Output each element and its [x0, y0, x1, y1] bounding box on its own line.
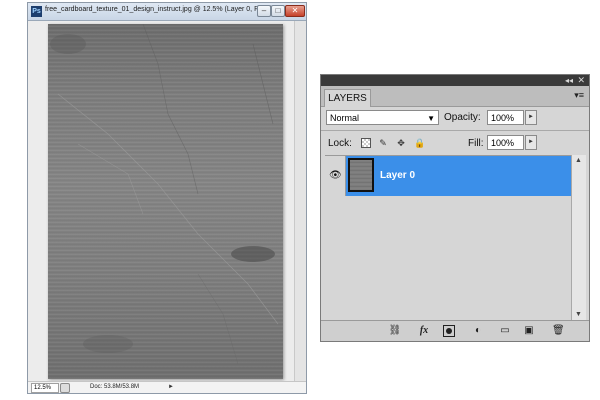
- lock-position-icon[interactable]: ✥: [396, 138, 406, 148]
- tab-layers[interactable]: LAYERS: [324, 89, 371, 107]
- opacity-input[interactable]: 100%: [487, 110, 524, 125]
- cardboard-texture-image: [48, 24, 283, 379]
- add-layer-mask-icon[interactable]: [443, 325, 455, 337]
- panel-menu-icon[interactable]: ▾≡: [574, 90, 584, 101]
- document-size: Doc: 53.8M/53.8M: [90, 384, 140, 390]
- blend-mode-select[interactable]: Normal ▼: [326, 110, 439, 125]
- layer-name[interactable]: Layer 0: [380, 170, 415, 181]
- layer-style-fx-icon[interactable]: fx: [416, 325, 432, 337]
- link-layers-icon[interactable]: ⛓: [387, 325, 403, 337]
- zoom-level-field[interactable]: 12.5%: [31, 383, 59, 393]
- new-group-folder-icon[interactable]: ▭: [498, 325, 512, 337]
- collapse-panel-icon[interactable]: ◂◂: [565, 75, 573, 86]
- layer-thumbnail[interactable]: [348, 158, 374, 192]
- new-layer-icon[interactable]: ▣: [523, 325, 535, 337]
- fill-label: Fill:: [468, 138, 484, 149]
- opacity-label: Opacity:: [444, 112, 481, 123]
- document-window: Ps free_cardboard_texture_01_design_inst…: [27, 2, 307, 394]
- maximize-button[interactable]: □: [271, 5, 285, 17]
- layer-row[interactable]: 👁 Layer 0: [325, 156, 571, 196]
- close-button[interactable]: ✕: [285, 5, 305, 17]
- lock-image-pixels-icon[interactable]: ✎: [378, 138, 388, 148]
- panel-topbar[interactable]: ◂◂ ✕: [321, 75, 589, 86]
- divider: [321, 130, 589, 131]
- status-menu-arrow-icon[interactable]: ►: [168, 383, 174, 391]
- document-title: free_cardboard_texture_01_design_instruc…: [45, 6, 283, 13]
- texture-crease-lines: [50, 24, 279, 365]
- panel-tab-strip: LAYERS ▾≡: [321, 86, 589, 107]
- layers-panel: ◂◂ ✕ LAYERS ▾≡ Normal ▼ Opacity: 100% ► …: [320, 74, 590, 342]
- panel-close-icon[interactable]: ✕: [577, 75, 585, 86]
- lock-transparent-pixels-icon[interactable]: [361, 138, 371, 148]
- document-titlebar[interactable]: Ps free_cardboard_texture_01_design_inst…: [28, 3, 306, 21]
- chevron-down-icon: ▼: [427, 114, 435, 123]
- vertical-scrollbar[interactable]: [294, 21, 306, 384]
- canvas-area[interactable]: [28, 21, 296, 384]
- opacity-slider-arrow-icon[interactable]: ►: [525, 110, 537, 125]
- status-info-icon[interactable]: [60, 383, 70, 393]
- scroll-down-icon[interactable]: ▼: [575, 311, 582, 318]
- fill-input[interactable]: 100%: [487, 135, 524, 150]
- minimize-button[interactable]: –: [257, 5, 271, 17]
- panel-footer: ⛓ fx ◐ ▭ ▣ 🗑: [321, 320, 589, 341]
- delete-layer-trash-icon[interactable]: 🗑: [552, 325, 565, 337]
- lock-label: Lock:: [328, 138, 352, 149]
- lock-all-icon[interactable]: 🔒: [414, 138, 425, 148]
- adjustment-layer-icon[interactable]: ◐: [472, 325, 484, 337]
- scroll-up-icon[interactable]: ▲: [575, 157, 582, 164]
- layer-visibility-toggle[interactable]: 👁: [325, 156, 346, 196]
- layers-scrollbar[interactable]: ▲ ▼: [571, 155, 586, 320]
- eye-icon: 👁: [329, 170, 342, 181]
- fill-slider-arrow-icon[interactable]: ►: [525, 135, 537, 150]
- status-bar: 12.5% Doc: 53.8M/53.8M ►: [28, 381, 306, 393]
- layers-list: 👁 Layer 0: [325, 155, 571, 321]
- blend-mode-value: Normal: [330, 113, 360, 123]
- photoshop-app-icon: Ps: [31, 6, 42, 17]
